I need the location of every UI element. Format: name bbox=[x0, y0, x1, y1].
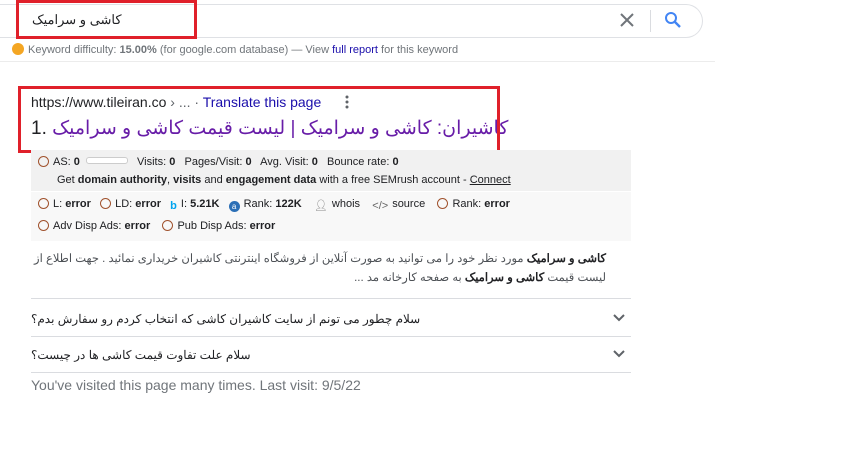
as-meter bbox=[85, 157, 128, 164]
source-link[interactable]: source bbox=[392, 198, 425, 210]
divider bbox=[650, 10, 651, 32]
adv-ads-value[interactable]: error bbox=[125, 220, 151, 232]
seo-ads-row: Adv Disp Ads: error Pub Disp Ads: error bbox=[38, 220, 275, 232]
promo-text: domain authority bbox=[77, 174, 168, 186]
pub-ads-value[interactable]: error bbox=[250, 220, 276, 232]
alexa-icon: a bbox=[228, 201, 240, 212]
promo-text: with a free SEMrush account - bbox=[319, 174, 467, 186]
snippet-text: لیست قیمت bbox=[544, 272, 606, 284]
bounce-label: Bounce rate: bbox=[327, 156, 390, 168]
semrush-promo: Get domain authority, visits and engagem… bbox=[57, 174, 511, 186]
kd-value: 15.00% bbox=[119, 44, 157, 56]
as-label: AS: bbox=[53, 156, 71, 168]
l-label: L: bbox=[53, 198, 63, 210]
highlight-result-box bbox=[18, 86, 500, 153]
clear-icon[interactable] bbox=[618, 11, 636, 29]
pages-label: Pages/Visit: bbox=[184, 156, 243, 168]
snippet-text: به صفحه کارخانه مد ... bbox=[354, 272, 465, 284]
promo-text: engagement data bbox=[225, 174, 317, 186]
pub-ads-label: Pub Disp Ads: bbox=[177, 220, 247, 232]
ld-icon bbox=[100, 198, 112, 209]
rank2-value[interactable]: error bbox=[484, 198, 510, 210]
highlight-search-box bbox=[16, 0, 197, 39]
rank2-label: Rank: bbox=[452, 198, 482, 210]
chevron-down-icon[interactable] bbox=[612, 311, 626, 325]
connect-link[interactable]: Connect bbox=[470, 174, 511, 186]
l-icon bbox=[38, 198, 49, 209]
snippet-bold: کاشی و سرامیک bbox=[464, 272, 545, 284]
faq-divider bbox=[31, 336, 631, 337]
rank2-icon bbox=[437, 198, 449, 209]
as-value: 0 bbox=[73, 156, 80, 168]
semrush-icon bbox=[12, 43, 24, 55]
pub-ads-icon bbox=[162, 220, 174, 231]
bounce-value: 0 bbox=[392, 156, 399, 168]
bing-icon: b bbox=[170, 200, 177, 212]
snippet-bold: کاشی و سرامیک bbox=[526, 253, 606, 265]
avg-visit-value: 0 bbox=[311, 156, 318, 168]
promo-text: and bbox=[204, 174, 223, 186]
kd-suffix: for this keyword bbox=[381, 44, 459, 56]
seo-metrics-row: AS: 0 Visits: 0 Pages/Visit: 0 Avg. Visi… bbox=[38, 156, 399, 168]
seo-links-row: L: error LD: error b I: 5.21K a Rank: 122K… bbox=[38, 198, 510, 212]
whois-link[interactable]: whois bbox=[332, 198, 360, 210]
search-icon[interactable] bbox=[664, 11, 682, 29]
rank-label: Rank: bbox=[243, 198, 273, 210]
visits-value: 0 bbox=[169, 156, 176, 168]
person-icon: 👤︎ bbox=[313, 200, 328, 212]
pages-value: 0 bbox=[245, 156, 252, 168]
visits-label: Visits: bbox=[136, 156, 167, 168]
kd-database: (for google.com database) — View bbox=[159, 44, 330, 56]
as-icon bbox=[38, 156, 49, 167]
keyword-difficulty-row: Keyword difficulty: 15.00% (for google.c… bbox=[12, 43, 458, 56]
i-value[interactable]: 5.21K bbox=[190, 198, 219, 210]
code-icon: </> bbox=[372, 200, 389, 212]
visited-note: You've visited this page many times. Las… bbox=[31, 377, 361, 393]
full-report-link[interactable]: full report bbox=[332, 44, 378, 56]
i-label: I: bbox=[180, 198, 188, 210]
faq-question[interactable]: سلام چطور می تونم از سایت کاشیران کاشی ک… bbox=[31, 312, 420, 326]
chevron-down-icon[interactable] bbox=[612, 347, 626, 361]
kd-label: Keyword difficulty: bbox=[28, 44, 117, 56]
ld-value[interactable]: error bbox=[135, 198, 161, 210]
snippet-text: مورد نظر خود را می توانید به صورت آنلاین… bbox=[34, 253, 527, 265]
promo-text: visits bbox=[173, 174, 202, 186]
top-divider bbox=[0, 61, 715, 62]
rank-value[interactable]: 122K bbox=[275, 198, 301, 210]
result-snippet: کاشی و سرامیک مورد نظر خود را می توانید … bbox=[31, 250, 606, 288]
promo-text: , bbox=[167, 174, 171, 186]
avg-visit-label: Avg. Visit: bbox=[260, 156, 309, 168]
ld-label: LD: bbox=[115, 198, 133, 210]
faq-question[interactable]: سلام علت تفاوت قیمت کاشی ها در چیست؟ bbox=[31, 348, 251, 362]
faq-divider bbox=[31, 298, 631, 299]
adv-ads-label: Adv Disp Ads: bbox=[53, 220, 122, 232]
promo-text: Get bbox=[57, 174, 75, 186]
faq-divider bbox=[31, 372, 631, 373]
l-value[interactable]: error bbox=[65, 198, 91, 210]
adv-ads-icon bbox=[38, 220, 49, 231]
